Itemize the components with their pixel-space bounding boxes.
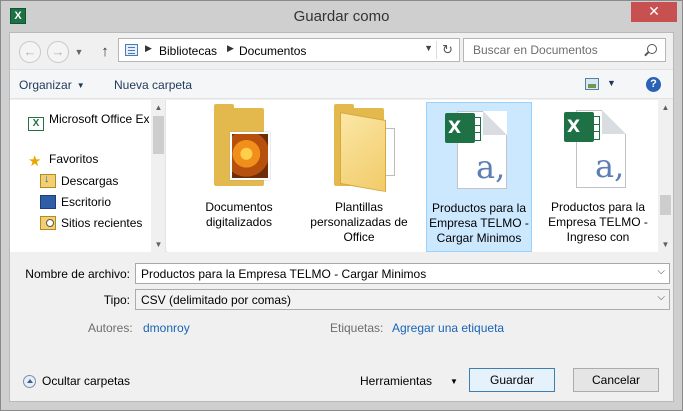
search-icon[interactable] <box>647 44 657 54</box>
sidebar-item-recent[interactable]: Sitios recientes <box>40 216 142 230</box>
file-name: Plantillas personalizadas de Office <box>310 200 408 244</box>
search-input[interactable] <box>473 43 643 57</box>
save-as-dialog: X Guardar como ✕ ← → ▼ ↑ ▶ Bibliotecas ▶… <box>0 0 683 411</box>
collapse-icon <box>23 375 36 388</box>
file-tile-selected[interactable]: a, X Productos para la Empresa TELMO - C… <box>426 102 532 252</box>
file-tile[interactable]: Plantillas personalizadas de Office <box>307 102 413 252</box>
recent-places-icon <box>40 216 56 230</box>
file-type-value: CSV (delimitado por comas) <box>141 293 292 307</box>
file-tile[interactable]: a, X Productos para la Empresa TELMO - I… <box>546 102 652 252</box>
authors-label: Autores: <box>88 321 133 335</box>
sidebar-item-label: Sitios recientes <box>61 216 143 230</box>
chevron-down-icon: ▼ <box>76 81 85 90</box>
save-button[interactable]: Guardar <box>469 368 555 392</box>
file-tile[interactable]: Documentos digitalizados <box>187 102 293 252</box>
scroll-down-icon[interactable]: ▼ <box>151 237 165 252</box>
breadcrumb-bibliotecas[interactable]: Bibliotecas <box>159 44 217 58</box>
chevron-down-icon[interactable]: ▼ <box>607 78 616 88</box>
tools-button[interactable]: Herramientas ▼ <box>360 374 458 388</box>
navigation-scrollbar[interactable]: ▲ ▼ <box>151 100 165 252</box>
tools-label: Herramientas <box>360 374 433 388</box>
chevron-right-icon[interactable]: ▶ <box>227 43 234 54</box>
forward-button[interactable]: → <box>47 41 69 63</box>
organize-button[interactable]: Organizar ▼ <box>19 78 85 92</box>
filename-value: Productos para la Empresa TELMO - Cargar… <box>141 267 427 281</box>
file-type-select[interactable]: CSV (delimitado por comas) ⌵ <box>135 289 670 310</box>
chevron-down-icon[interactable]: ▼ <box>424 43 433 53</box>
scroll-down-icon[interactable]: ▼ <box>658 237 673 252</box>
search-box[interactable] <box>463 38 666 62</box>
back-button[interactable]: ← <box>19 41 41 63</box>
scroll-up-icon[interactable]: ▲ <box>658 100 673 115</box>
scrollbar-thumb[interactable] <box>153 116 164 154</box>
library-icon <box>125 44 138 56</box>
command-bar: Organizar ▼ Nueva carpeta ▼ ? <box>10 69 673 99</box>
file-name: Productos para la Empresa TELMO - Cargar… <box>429 201 529 245</box>
tags-label: Etiquetas: <box>330 321 384 335</box>
sidebar-item-downloads[interactable]: Descargas <box>40 173 119 188</box>
new-folder-button[interactable]: Nueva carpeta <box>114 78 192 92</box>
file-list: Documentos digitalizados Plantillas pers… <box>167 100 658 252</box>
filename-field[interactable]: Productos para la Empresa TELMO - Cargar… <box>135 263 670 284</box>
file-browser: X Microsoft Office Ex ★ Favoritos Descarga… <box>10 100 673 252</box>
dialog-body: ← → ▼ ↑ ▶ Bibliotecas ▶ Documentos ▼ ↻ O… <box>9 32 674 402</box>
photo-thumbnail <box>230 132 270 180</box>
scroll-up-icon[interactable]: ▲ <box>151 100 165 115</box>
chevron-down-icon: ▼ <box>450 377 458 386</box>
sidebar-item-office[interactable]: X Microsoft Office Ex <box>28 112 149 131</box>
tags-field[interactable]: Agregar una etiqueta <box>392 321 504 335</box>
breadcrumb-documentos[interactable]: Documentos <box>239 44 306 58</box>
sidebar-item-desktop[interactable]: Escritorio <box>40 195 111 209</box>
navigation-pane: X Microsoft Office Ex ★ Favoritos Descarga… <box>10 100 166 252</box>
title-bar[interactable]: X Guardar como ✕ <box>1 1 682 32</box>
recent-locations-dropdown[interactable]: ▼ <box>73 41 85 63</box>
authors-field[interactable]: dmonroy <box>143 321 190 335</box>
star-icon: ★ <box>28 153 42 170</box>
hide-folders-button[interactable]: Ocultar carpetas <box>23 374 130 388</box>
filename-label: Nombre de archivo: <box>25 267 130 281</box>
view-options-icon[interactable] <box>585 78 599 90</box>
chevron-right-icon[interactable]: ▶ <box>145 43 152 54</box>
cancel-button[interactable]: Cancelar <box>573 368 659 392</box>
file-name: Productos para la Empresa TELMO - Ingres… <box>548 200 648 244</box>
scrollbar-thumb[interactable] <box>660 195 671 215</box>
help-icon[interactable]: ? <box>646 77 661 92</box>
sidebar-item-label: Microsoft Office Ex <box>49 112 150 126</box>
sidebar-item-favorites[interactable]: ★ Favoritos <box>28 152 98 170</box>
chevron-down-icon[interactable]: ⌵ <box>657 292 665 303</box>
file-name: Documentos digitalizados <box>205 200 273 229</box>
sidebar-item-label: Descargas <box>61 174 119 188</box>
sidebar-item-label: Favoritos <box>49 152 99 166</box>
address-bar[interactable]: ▶ Bibliotecas ▶ Documentos ▼ ↻ <box>118 38 460 62</box>
chevron-down-icon[interactable]: ⌵ <box>657 266 665 277</box>
downloads-icon <box>40 173 56 188</box>
up-button[interactable]: ↑ <box>96 41 114 63</box>
divider <box>436 41 437 59</box>
organize-label: Organizar <box>19 78 72 92</box>
excel-icon: X <box>28 117 44 131</box>
desktop-icon <box>40 195 56 209</box>
close-button[interactable]: ✕ <box>631 2 677 22</box>
type-label: Tipo: <box>103 293 130 307</box>
refresh-icon[interactable]: ↻ <box>442 42 453 58</box>
hide-folders-label: Ocultar carpetas <box>42 374 131 388</box>
file-list-scrollbar[interactable]: ▲ ▼ <box>658 100 673 252</box>
sidebar-item-label: Escritorio <box>61 195 112 209</box>
dialog-title: Guardar como <box>293 8 390 25</box>
